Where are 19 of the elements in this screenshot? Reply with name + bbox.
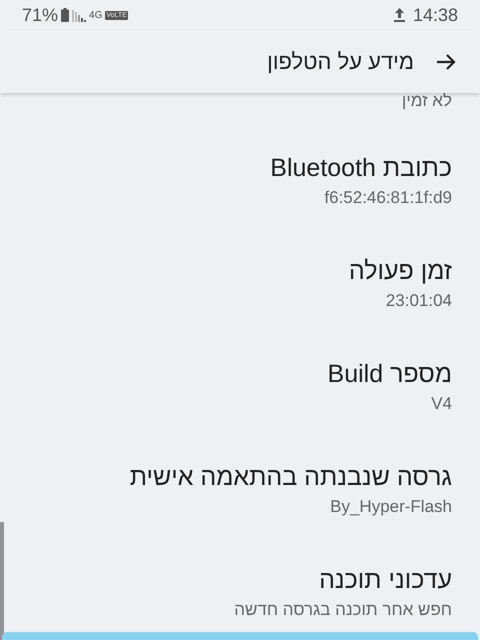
setting-title[interactable]: גרסה שנבנתה בהתאמה אישית: [0, 460, 452, 494]
setting-title[interactable]: מספר Build: [0, 357, 452, 391]
setting-value: f6:52:46:81:1f:d9: [323, 187, 452, 209]
setting-value: 23:01:04: [384, 290, 452, 312]
arrow-icon: [436, 52, 456, 70]
setting-value: By_Hyper-Flash: [329, 496, 452, 518]
setting-value: V4: [430, 393, 452, 415]
signal-icon: [72, 8, 86, 22]
clock: 14:38: [412, 4, 458, 26]
upload-icon: [394, 8, 405, 22]
setting-title[interactable]: זמן פעולה: [0, 254, 452, 288]
network-type: 4G: [89, 10, 102, 20]
battery-percent: 71%: [22, 4, 58, 26]
setting-title[interactable]: כתובת Bluetooth: [0, 151, 452, 185]
battery-icon: [61, 8, 70, 22]
setting-value: חפש אחר תוכנה בגרסה חדשה: [233, 599, 452, 621]
setting-title[interactable]: עדכוני תוכנה: [0, 563, 452, 597]
setting-value: לא זמין: [400, 90, 452, 112]
page-title: מידע על הטלפון: [267, 48, 414, 74]
